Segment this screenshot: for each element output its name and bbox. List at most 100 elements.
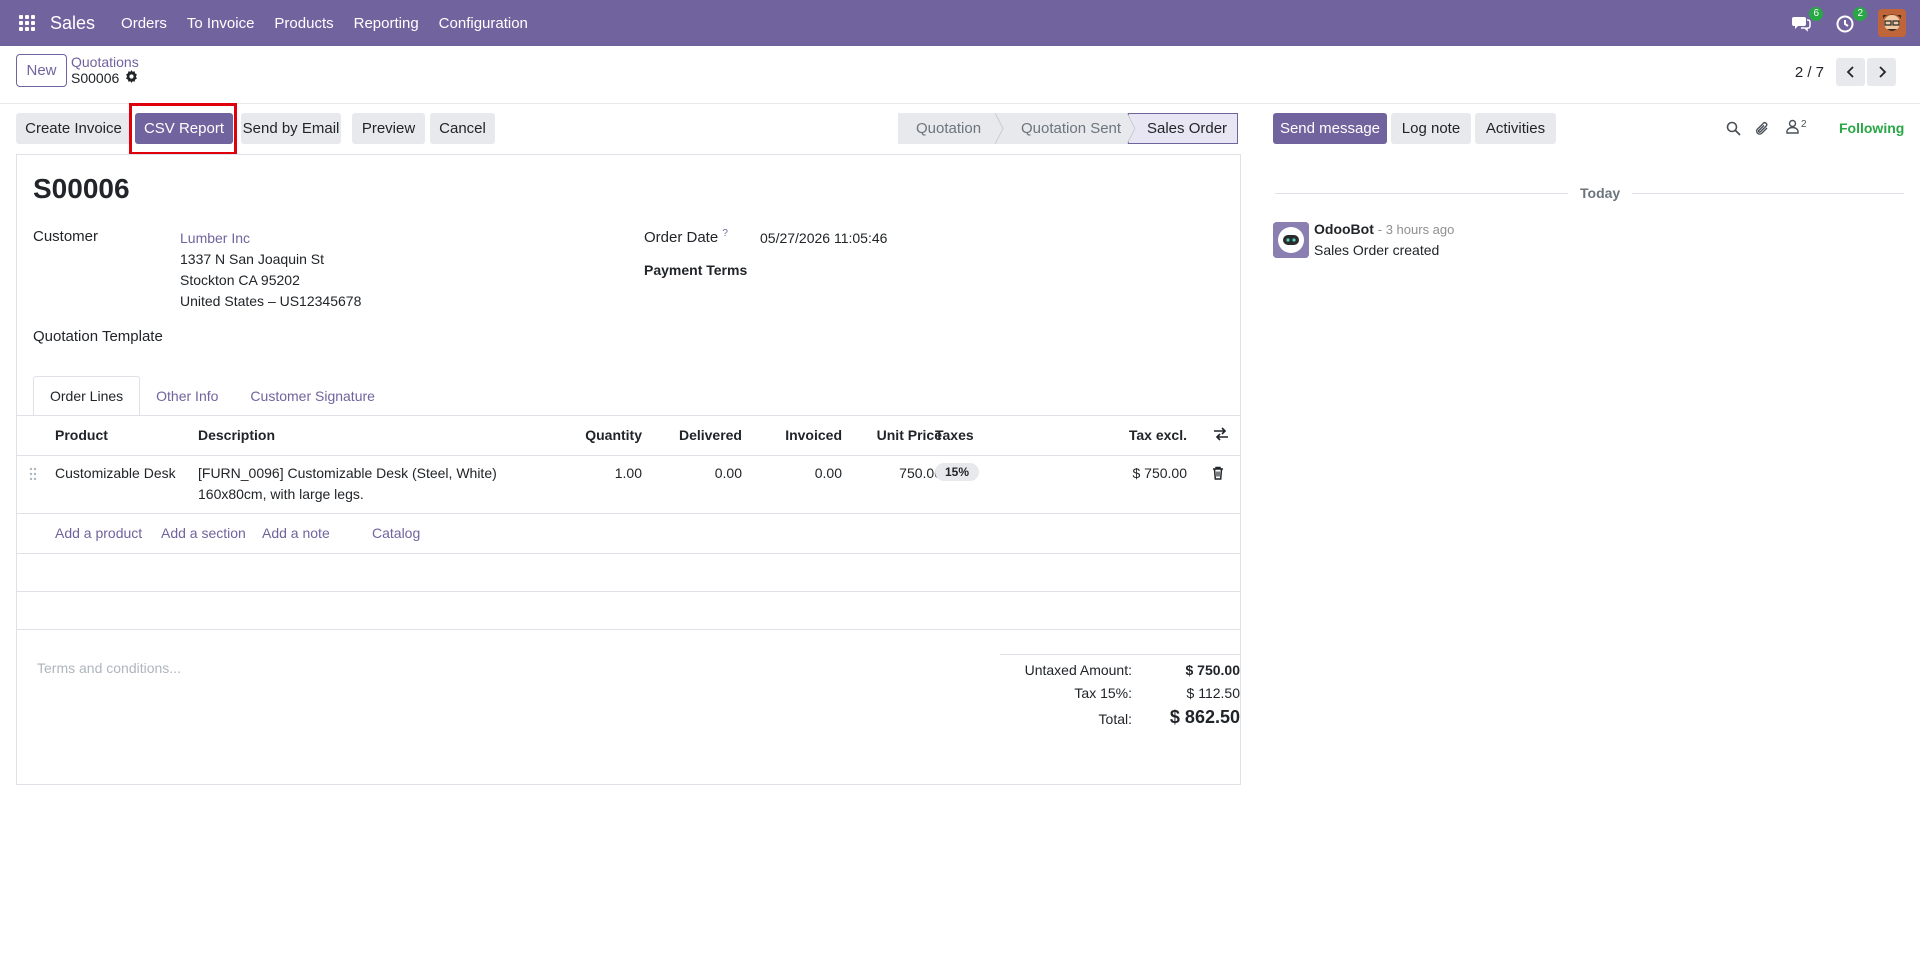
line-quantity[interactable]: 1.00 [567,465,642,481]
chevron-left-icon [1846,66,1854,78]
menu-products[interactable]: Products [274,15,333,32]
menu-reporting[interactable]: Reporting [354,15,419,32]
tab-order-lines[interactable]: Order Lines [33,376,141,416]
app-brand[interactable]: Sales [50,13,95,34]
followers-button[interactable]: 2 [1786,119,1807,134]
messaging-icon[interactable]: 6 [1790,7,1823,34]
search-icon[interactable] [1726,121,1741,140]
menu-configuration[interactable]: Configuration [439,15,528,32]
record-pager: 2 / 7 [1795,58,1896,86]
chevron-right-icon [1878,66,1886,78]
address-line2: Stockton CA 95202 [180,272,300,288]
user-icon [1786,119,1799,134]
log-note-button[interactable]: Log note [1391,113,1471,144]
tax-value: $ 112.50 [1186,685,1240,701]
untaxed-value: $ 750.00 [1185,662,1241,678]
odoobot-avatar[interactable] [1273,222,1309,258]
line-invoiced[interactable]: 0.00 [757,465,842,481]
col-invoiced[interactable]: Invoiced [757,427,842,443]
col-tax-excl[interactable]: Tax excl. [1097,427,1187,443]
apps-menu-icon[interactable] [19,15,35,31]
status-sales-order[interactable]: Sales Order [1128,113,1238,144]
line-description-1[interactable]: [FURN_0096] Customizable Desk (Steel, Wh… [198,465,497,481]
add-section-link[interactable]: Add a section [161,525,246,541]
add-note-link[interactable]: Add a note [262,525,330,541]
trash-icon[interactable] [1212,466,1224,484]
customer-label: Customer [33,228,99,245]
order-date-help-icon[interactable]: ? [722,228,728,239]
address-line1: 1337 N San Joaquin St [180,251,324,267]
address-line3: United States – US12345678 [180,293,362,309]
message-author: OdooBot - 3 hours ago [1314,221,1454,237]
terms-input[interactable]: Terms and conditions... [37,660,181,676]
add-product-link[interactable]: Add a product [55,525,142,541]
catalog-link[interactable]: Catalog [372,525,420,541]
col-description[interactable]: Description [198,427,275,443]
line-description-2[interactable]: 160x80cm, with large legs. [198,486,364,502]
send-by-email-button[interactable]: Send by Email [241,113,341,144]
gear-icon[interactable] [125,70,138,86]
status-quotation-sent[interactable]: Quotation Sent [996,113,1136,144]
messaging-badge: 6 [1809,7,1823,21]
line-product[interactable]: Customizable Desk [55,465,176,481]
row-separator [17,591,1240,592]
paperclip-icon[interactable] [1755,121,1770,141]
line-delivered[interactable]: 0.00 [657,465,742,481]
status-sales-order-label: Sales Order [1147,120,1228,137]
status-quotation-sent-label: Quotation Sent [1021,120,1122,137]
payment-terms-label: Payment Terms [644,262,748,278]
order-date-label-text: Order Date [644,229,719,246]
order-date-value[interactable]: 05/27/2026 11:05:46 [760,230,887,246]
following-toggle[interactable]: Following [1839,120,1904,136]
send-message-button[interactable]: Send message [1273,113,1387,144]
message-body: Sales Order created [1314,242,1440,258]
optional-columns-icon[interactable] [1213,427,1229,445]
notebook-tabs: Order Lines Other Info Customer Signatur… [33,376,391,416]
drag-handle-icon[interactable] [29,467,37,485]
create-invoice-button[interactable]: Create Invoice [16,113,131,144]
col-taxes[interactable]: Taxes [935,427,974,443]
pager-value[interactable]: 2 / 7 [1795,64,1824,81]
customer-link[interactable]: Lumber Inc [180,230,250,246]
header-separator [17,455,1240,456]
menu-to-invoice[interactable]: To Invoice [187,15,255,32]
message-author-name[interactable]: OdooBot [1314,221,1374,237]
untaxed-label: Untaxed Amount: [1024,662,1132,678]
breadcrumb-current: S00006 [71,70,138,86]
tabs-divider [17,415,1240,416]
col-product[interactable]: Product [55,427,108,443]
breadcrumb-quotations[interactable]: Quotations [71,54,139,70]
quotation-template-label: Quotation Template [33,328,163,345]
user-avatar[interactable] [1878,9,1906,37]
line-tax-badge[interactable]: 15% [935,463,980,481]
status-bar: Quotation Quotation Sent Sales Order [898,113,1238,144]
line-subtotal: $ 750.00 [1132,465,1188,481]
cancel-button[interactable]: Cancel [430,113,495,144]
line-unit-price[interactable]: 750.00 [857,465,942,481]
main-navbar: Sales Orders To Invoice Products Reporti… [0,0,1920,46]
activity-badge: 2 [1853,7,1867,21]
col-unit-price[interactable]: Unit Price [857,427,942,443]
control-panel: New Quotations S00006 2 / 7 [0,46,1920,104]
tab-customer-signature[interactable]: Customer Signature [234,376,391,416]
preview-button[interactable]: Preview [352,113,425,144]
row-separator [17,513,1240,514]
message-date: - 3 hours ago [1377,222,1455,237]
tax-label: Tax 15%: [1074,685,1132,701]
menu-orders[interactable]: Orders [121,15,167,32]
pager-previous-button[interactable] [1836,58,1865,86]
tab-other-info[interactable]: Other Info [140,376,234,416]
new-button[interactable]: New [16,54,67,87]
status-quotation[interactable]: Quotation [898,113,1004,144]
status-quotation-label: Quotation [916,120,982,137]
order-date-label: Order Date ? [644,228,728,246]
activities-button[interactable]: Activities [1475,113,1556,144]
total-value: $ 862.50 [1169,707,1240,727]
record-title: S00006 [33,173,130,204]
activity-clock-icon[interactable]: 2 [1834,7,1867,34]
col-quantity[interactable]: Quantity [567,427,642,443]
breadcrumb-current-label: S00006 [71,70,120,86]
pager-next-button[interactable] [1867,58,1896,86]
col-delivered[interactable]: Delivered [657,427,742,443]
total-label: Total: [1098,711,1132,727]
